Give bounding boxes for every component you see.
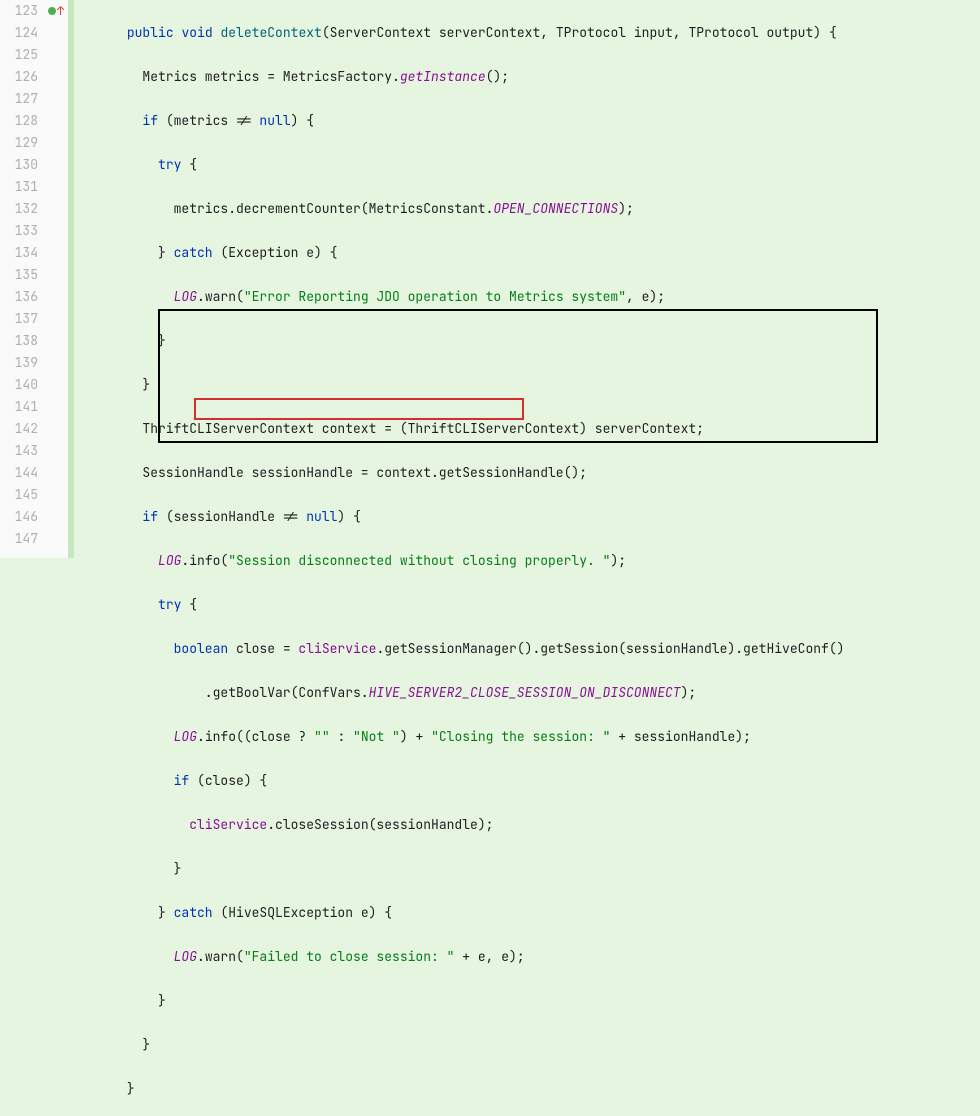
- line-number: 138: [14, 330, 38, 352]
- code-line: if (metrics != null) {: [80, 110, 980, 132]
- code-line: }: [80, 858, 980, 880]
- code-line: }: [80, 1034, 980, 1056]
- line-number: 146: [14, 506, 38, 528]
- code-line: metrics.decrementCounter(MetricsConstant…: [80, 198, 980, 220]
- line-number: 145: [14, 484, 38, 506]
- code-line: } catch (Exception e) {: [80, 242, 980, 264]
- code-line: cliService.closeSession(sessionHandle);: [80, 814, 980, 836]
- code-line: ThriftCLIServerContext context = (Thrift…: [80, 418, 980, 440]
- code-line: public void deleteContext(ServerContext …: [80, 22, 980, 44]
- arrow-up-icon: ↑: [57, 5, 64, 17]
- code-area[interactable]: public void deleteContext(ServerContext …: [74, 0, 980, 558]
- line-number: 129: [14, 132, 38, 154]
- code-line: LOG.warn("Failed to close session: " + e…: [80, 946, 980, 968]
- code-line: boolean close = cliService.getSessionMan…: [80, 638, 980, 660]
- code-line: if (close) {: [80, 770, 980, 792]
- line-number: 137: [14, 308, 38, 330]
- line-number: 128: [14, 110, 38, 132]
- code-line: if (sessionHandle != null) {: [80, 506, 980, 528]
- line-number: 124: [14, 22, 38, 44]
- line-number-gutter: 123 124 125 126 127 128 129 130 131 132 …: [0, 0, 46, 558]
- line-number: 123: [14, 0, 38, 22]
- code-line: } catch (HiveSQLException e) {: [80, 902, 980, 924]
- override-marker[interactable]: ↑: [48, 0, 64, 22]
- code-line: try {: [80, 594, 980, 616]
- code-line: try {: [80, 154, 980, 176]
- line-number: 143: [14, 440, 38, 462]
- code-line: LOG.warn("Error Reporting JDO operation …: [80, 286, 980, 308]
- line-number: 127: [14, 88, 38, 110]
- gutter-marker-column: ↑: [46, 0, 68, 558]
- code-line: SessionHandle sessionHandle = context.ge…: [80, 462, 980, 484]
- change-dot-icon: [48, 7, 56, 15]
- line-number: 136: [14, 286, 38, 308]
- line-number: 144: [14, 462, 38, 484]
- line-number: 130: [14, 154, 38, 176]
- code-line: .getBoolVar(ConfVars.HIVE_SERVER2_CLOSE_…: [80, 682, 980, 704]
- code-line: LOG.info("Session disconnected without c…: [80, 550, 980, 572]
- line-number: 139: [14, 352, 38, 374]
- code-line: }: [80, 374, 980, 396]
- line-number: 126: [14, 66, 38, 88]
- code-line: Metrics metrics = MetricsFactory.getInst…: [80, 66, 980, 88]
- line-number: 141: [14, 396, 38, 418]
- highlight-box-inner: [194, 398, 524, 420]
- line-number: 135: [14, 264, 38, 286]
- code-line: }: [80, 990, 980, 1012]
- line-number: 140: [14, 374, 38, 396]
- code-line: }: [80, 330, 980, 352]
- line-number: 142: [14, 418, 38, 440]
- line-number: 131: [14, 176, 38, 198]
- line-number: 132: [14, 198, 38, 220]
- line-number: 125: [14, 44, 38, 66]
- line-number: 147: [14, 528, 38, 550]
- code-editor: 123 124 125 126 127 128 129 130 131 132 …: [0, 0, 980, 558]
- code-line: }: [80, 1078, 980, 1100]
- line-number: 133: [14, 220, 38, 242]
- code-line: LOG.info((close ? "" : "Not ") + "Closin…: [80, 726, 980, 748]
- line-number: 134: [14, 242, 38, 264]
